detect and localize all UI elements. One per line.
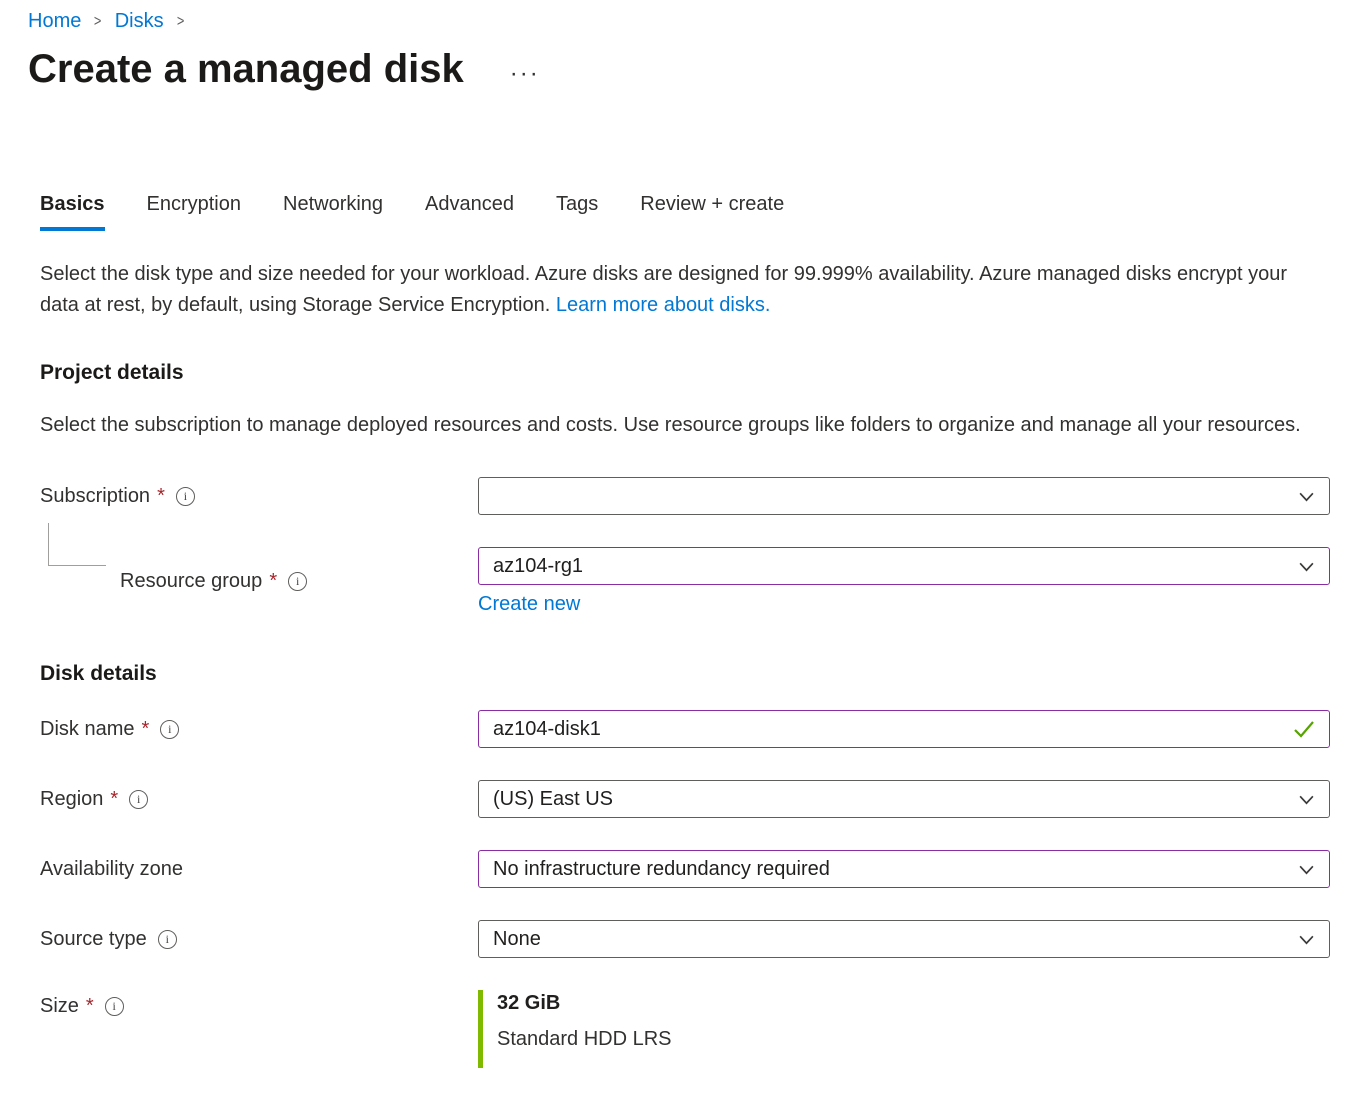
size-sku: Standard HDD LRS xyxy=(497,1028,1330,1051)
resource-group-row: Resource group * i az104-rg1 Create new xyxy=(40,547,1330,616)
chevron-down-icon xyxy=(1298,558,1315,575)
required-asterisk: * xyxy=(141,718,149,741)
page-title: Create a managed disk xyxy=(28,45,464,93)
chevron-down-icon xyxy=(1298,488,1315,505)
disk-name-label-group: Disk name * i xyxy=(40,718,478,741)
create-managed-disk-page: Home > Disks > Create a managed disk ···… xyxy=(0,0,1348,1101)
tab-basics[interactable]: Basics xyxy=(40,193,105,231)
tab-tags[interactable]: Tags xyxy=(556,193,598,231)
source-type-row: Source type i None xyxy=(40,920,1330,958)
disk-name-input[interactable] xyxy=(493,718,1281,741)
region-label-group: Region * i xyxy=(40,788,478,811)
size-row: Size * i 32 GiB Standard HDD LRS xyxy=(40,990,1330,1068)
tab-encryption[interactable]: Encryption xyxy=(147,193,242,231)
region-field: (US) East US xyxy=(478,780,1330,818)
resource-group-field: az104-rg1 Create new xyxy=(478,547,1330,616)
subscription-row: Subscription * i xyxy=(40,477,1330,515)
breadcrumb-separator: > xyxy=(94,13,101,31)
info-icon[interactable]: i xyxy=(160,720,179,739)
project-details-description: Select the subscription to manage deploy… xyxy=(40,410,1310,441)
availability-zone-dropdown-value: No infrastructure redundancy required xyxy=(493,858,830,881)
resource-group-label: Resource group xyxy=(120,570,262,593)
availability-zone-row: Availability zone No infrastructure redu… xyxy=(40,850,1330,888)
source-type-label-group: Source type i xyxy=(40,928,478,951)
subscription-label-group: Subscription * i xyxy=(40,485,478,508)
region-dropdown[interactable]: (US) East US xyxy=(478,780,1330,818)
title-row: Create a managed disk ··· xyxy=(28,45,1348,93)
project-details-heading: Project details xyxy=(40,361,1348,385)
tab-advanced[interactable]: Advanced xyxy=(425,193,514,231)
info-icon[interactable]: i xyxy=(158,930,177,949)
chevron-down-icon xyxy=(1298,791,1315,808)
source-type-field: None xyxy=(478,920,1330,958)
availability-zone-label: Availability zone xyxy=(40,858,183,881)
region-row: Region * i (US) East US xyxy=(40,780,1330,818)
resource-group-label-group: Resource group * i xyxy=(40,570,478,593)
subscription-resource-group-connector xyxy=(48,523,106,566)
size-value-gib: 32 GiB xyxy=(497,992,1330,1015)
resource-group-dropdown-value: az104-rg1 xyxy=(493,555,583,578)
required-asterisk: * xyxy=(157,485,165,508)
disk-name-row: Disk name * i xyxy=(40,710,1330,748)
required-asterisk: * xyxy=(110,788,118,811)
disk-details-heading: Disk details xyxy=(40,662,1348,686)
region-label: Region xyxy=(40,788,103,811)
source-type-dropdown[interactable]: None xyxy=(478,920,1330,958)
availability-zone-label-group: Availability zone xyxy=(40,858,478,881)
disk-name-input-wrapper xyxy=(478,710,1330,748)
availability-zone-dropdown[interactable]: No infrastructure redundancy required xyxy=(478,850,1330,888)
info-icon[interactable]: i xyxy=(176,487,195,506)
breadcrumb-separator: > xyxy=(177,13,184,31)
source-type-label: Source type xyxy=(40,928,147,951)
size-label-group: Size * i xyxy=(40,990,478,1018)
resource-group-dropdown[interactable]: az104-rg1 xyxy=(478,547,1330,585)
chevron-down-icon xyxy=(1298,931,1315,948)
size-label: Size xyxy=(40,995,79,1018)
disk-name-label: Disk name xyxy=(40,718,134,741)
required-asterisk: * xyxy=(269,570,277,593)
project-details-form: Subscription * i Resource group * i xyxy=(40,477,1330,616)
chevron-down-icon xyxy=(1298,861,1315,878)
subscription-dropdown[interactable] xyxy=(478,477,1330,515)
subscription-field xyxy=(478,477,1330,515)
create-new-resource-group-link[interactable]: Create new xyxy=(478,593,580,616)
info-icon[interactable]: i xyxy=(129,790,148,809)
subscription-label: Subscription xyxy=(40,485,150,508)
info-icon[interactable]: i xyxy=(288,572,307,591)
intro-paragraph: Select the disk type and size needed for… xyxy=(40,259,1312,321)
source-type-dropdown-value: None xyxy=(493,928,541,951)
disk-name-field xyxy=(478,710,1330,748)
disk-details-form: Disk name * i Region * i xyxy=(40,710,1330,1068)
valid-check-icon xyxy=(1293,720,1315,738)
required-asterisk: * xyxy=(86,995,94,1018)
breadcrumb-link-home[interactable]: Home xyxy=(28,10,81,33)
tab-bar: Basics Encryption Networking Advanced Ta… xyxy=(40,193,1348,231)
tab-networking[interactable]: Networking xyxy=(283,193,383,231)
availability-zone-field: No infrastructure redundancy required xyxy=(478,850,1330,888)
size-field: 32 GiB Standard HDD LRS xyxy=(478,990,1330,1068)
learn-more-link[interactable]: Learn more about disks. xyxy=(556,294,771,316)
tab-review-create[interactable]: Review + create xyxy=(640,193,784,231)
region-dropdown-value: (US) East US xyxy=(493,788,613,811)
info-icon[interactable]: i xyxy=(105,997,124,1016)
breadcrumb-link-disks[interactable]: Disks xyxy=(115,10,164,33)
size-summary: 32 GiB Standard HDD LRS xyxy=(478,990,1330,1068)
more-actions-icon[interactable]: ··· xyxy=(510,62,540,86)
breadcrumb: Home > Disks > xyxy=(0,0,1348,33)
